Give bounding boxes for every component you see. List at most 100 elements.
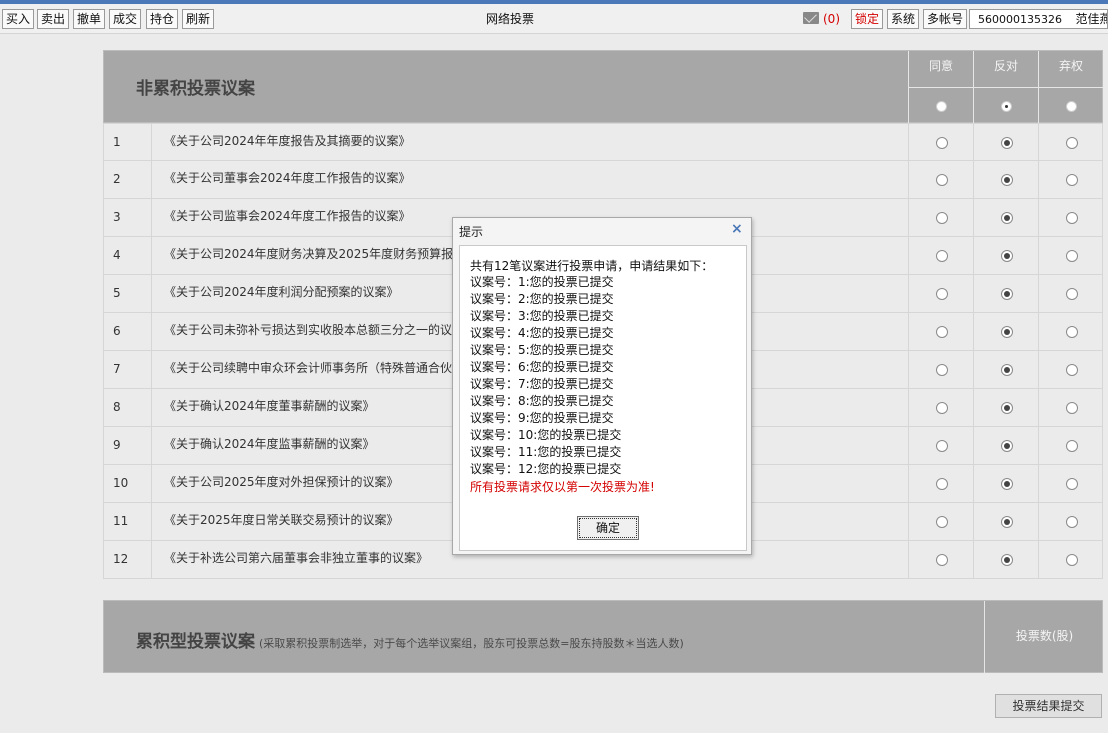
vote-radio[interactable] [1001,516,1013,528]
dialog-result-list: 议案号：1:您的投票已提交 议案号：2:您的投票已提交 议案号：3:您的投票已提交议… [470,274,621,478]
list-item: 议案号：2:您的投票已提交 [470,292,614,306]
vote-radio[interactable] [936,364,948,376]
vote-radio[interactable] [1066,402,1078,414]
vote-cell [973,427,1038,464]
system-button[interactable]: 系统 [887,9,920,29]
divider [151,389,152,426]
vote-radio[interactable] [936,478,948,490]
account-selector[interactable]: 560000135326 范佳燕 [969,9,1108,29]
vote-radio[interactable] [1066,212,1078,224]
radio-icon[interactable] [936,101,947,112]
vote-radio[interactable] [1001,326,1013,338]
divider [151,427,152,464]
trades-button[interactable]: 成交 [109,9,142,29]
divider [151,313,152,350]
submit-votes-button[interactable]: 投票结果提交 [995,694,1102,718]
vote-radio[interactable] [1066,478,1078,490]
vote-cell [1038,237,1103,274]
divider [151,237,152,274]
close-icon[interactable]: × [731,221,743,237]
vote-radio[interactable] [1001,554,1013,566]
proposal-name: 《关于确认2024年度董事薪酬的议案》 [164,399,375,413]
multi-account-button[interactable]: 多帐号 [923,9,968,29]
vote-radio[interactable] [1001,250,1013,262]
vote-radio[interactable] [1001,478,1013,490]
mail-count[interactable]: (0) [823,9,840,29]
vote-cell [908,124,973,161]
dialog-body: 共有12笔议案进行投票申请，申请结果如下： 议案号：1:您的投票已提交 议案号：2… [459,245,747,551]
radio-icon[interactable] [1066,101,1077,112]
vote-radio[interactable] [936,326,948,338]
select-all-abstain[interactable] [1038,87,1103,124]
vote-radio[interactable] [936,440,948,452]
vote-radio[interactable] [936,288,948,300]
vote-radio[interactable] [1066,174,1078,186]
ok-button[interactable]: 确定 [577,516,639,540]
vote-cell [908,275,973,312]
vote-radio[interactable] [936,137,948,149]
proposal-number: 3 [113,210,121,224]
select-all-oppose[interactable] [973,87,1038,124]
vote-radio[interactable] [936,250,948,262]
vote-cell [973,237,1038,274]
vote-radio[interactable] [1066,288,1078,300]
list-item: 议案号：10:您的投票已提交 [470,428,622,442]
table-row: 1 《关于公司2024年年度报告及其摘要的议案》 [103,123,1103,161]
proposal-number: 7 [113,362,121,376]
vote-cell [908,351,973,388]
vote-cell [908,503,973,540]
toolbar: 买入 卖出 撤单 成交 持仓 刷新 网络投票 (0) 锁定 系统 多帐号 560… [0,0,1108,34]
lock-button[interactable]: 锁定 [851,9,884,29]
vote-cell [973,161,1038,198]
vote-radio[interactable] [936,554,948,566]
list-item: 议案号：12:您的投票已提交 [470,462,622,476]
vote-cell [973,503,1038,540]
radio-icon[interactable] [1001,101,1012,112]
user-name: 范佳燕 [1075,12,1108,26]
buy-button[interactable]: 买入 [2,9,35,29]
vote-cell [973,351,1038,388]
vote-cell [1038,389,1103,426]
vote-radio[interactable] [1001,137,1013,149]
proposal-number: 2 [113,172,121,186]
column-oppose: 反对 [973,51,1038,87]
list-item: 议案号：6:您的投票已提交 [470,360,614,374]
cumulative-title: 累积型投票议案 [136,632,255,652]
refresh-button[interactable]: 刷新 [182,9,215,29]
divider [151,275,152,312]
vote-radio[interactable] [936,174,948,186]
select-all-agree[interactable] [908,87,973,124]
proposal-number: 5 [113,286,121,300]
vote-radio[interactable] [1001,212,1013,224]
vote-radio[interactable] [1066,516,1078,528]
vote-radio[interactable] [1001,402,1013,414]
vote-radio[interactable] [936,402,948,414]
vote-cell [908,199,973,236]
mail-icon[interactable] [803,12,819,24]
vote-radio[interactable] [1066,137,1078,149]
vote-radio[interactable] [1001,174,1013,186]
cancel-order-button[interactable]: 撤单 [73,9,106,29]
vote-radio[interactable] [1066,326,1078,338]
proposal-name: 《关于公司监事会2024年度工作报告的议案》 [164,209,411,223]
vote-radio[interactable] [936,212,948,224]
proposal-number: 6 [113,324,121,338]
vote-cell [973,465,1038,502]
positions-button[interactable]: 持仓 [146,9,179,29]
vote-radio[interactable] [1001,440,1013,452]
vote-radio[interactable] [1001,364,1013,376]
vote-cell [1038,541,1103,578]
sell-button[interactable]: 卖出 [37,9,70,29]
vote-radio[interactable] [1066,554,1078,566]
vote-radio[interactable] [1066,364,1078,376]
vote-cell [1038,275,1103,312]
vote-cell [973,389,1038,426]
vote-radio[interactable] [936,516,948,528]
cumulative-note: (采取累积投票制选举，对于每个选举议案组，股东可投票总数=股东持股数＊当选人数) [259,637,684,650]
vote-cell [1038,427,1103,464]
vote-radio[interactable] [1066,440,1078,452]
vote-radio[interactable] [1066,250,1078,262]
dialog-warning: 所有投票请求仅以第一次投票为准! [470,480,655,494]
list-item: 议案号：11:您的投票已提交 [470,445,622,459]
vote-radio[interactable] [1001,288,1013,300]
